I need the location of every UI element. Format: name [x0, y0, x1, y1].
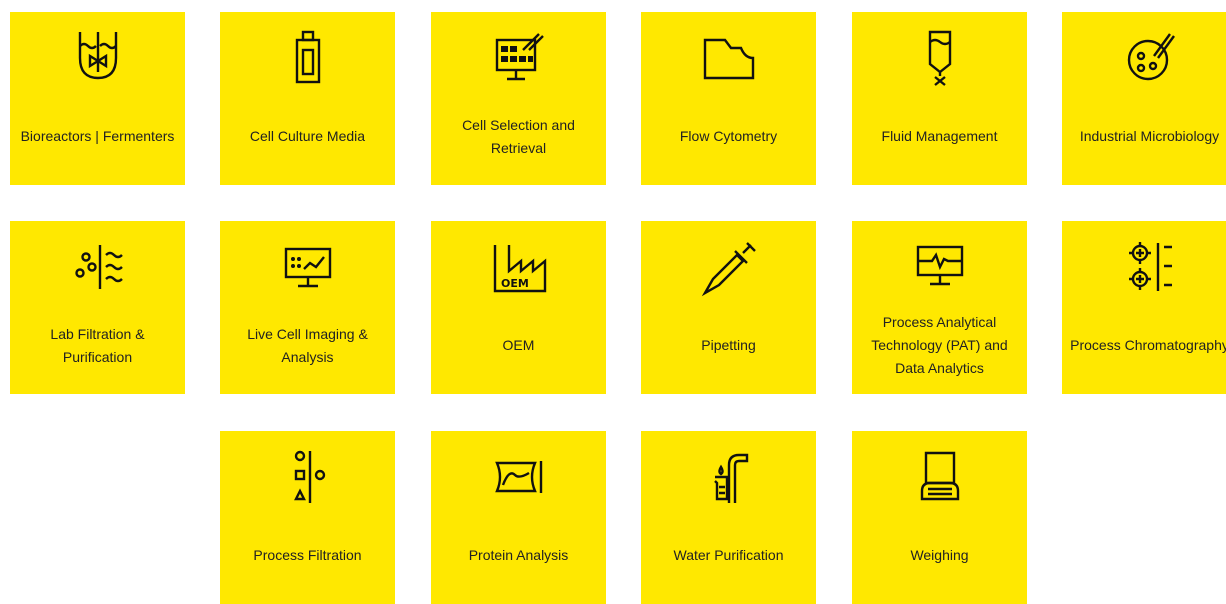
- tile-label: Lab Filtration & Purification: [50, 325, 145, 365]
- category-tile-lab-filtration[interactable]: Lab Filtration & Purification: [10, 221, 185, 394]
- tile-label: Weighing: [910, 547, 969, 563]
- bioreactor-icon: [10, 28, 185, 88]
- tile-label: Bioreactors | Fermenters: [20, 128, 175, 144]
- tile-label: Live Cell Imaging & Analysis: [247, 325, 368, 365]
- water-purification-icon: [641, 447, 816, 507]
- product-category-grid: Bioreactors | Fermenters Cell Culture Me…: [0, 0, 1226, 604]
- category-tile-cell-culture-media[interactable]: Cell Culture Media: [220, 12, 395, 185]
- weighing-scale-icon: [852, 447, 1027, 507]
- tile-label: Process Analytical Technology (PAT) and …: [871, 314, 1008, 376]
- category-tile-protein-analysis[interactable]: Protein Analysis: [431, 431, 606, 604]
- lab-filtration-icon: [10, 237, 185, 297]
- tile-label: Protein Analysis: [468, 547, 569, 563]
- category-tile-process-chromatography[interactable]: Process Chromatography: [1062, 221, 1226, 394]
- category-tile-industrial-microbiology[interactable]: Industrial Microbiology: [1062, 12, 1226, 185]
- pat-monitor-icon: [852, 237, 1027, 297]
- imaging-monitor-icon: [220, 237, 395, 297]
- oem-factory-icon: OEM: [431, 237, 606, 297]
- category-tile-weighing[interactable]: Weighing: [852, 431, 1027, 604]
- category-tile-pat[interactable]: Process Analytical Technology (PAT) and …: [852, 221, 1027, 394]
- flow-cytometry-icon: [641, 28, 816, 88]
- tile-label: Industrial Microbiology: [1079, 128, 1220, 144]
- oem-icon-text: OEM: [501, 277, 529, 290]
- tile-label: Flow Cytometry: [679, 128, 778, 144]
- cell-selection-monitor-icon: [431, 28, 606, 88]
- tile-label: Fluid Management: [881, 128, 998, 144]
- pipette-icon: [641, 237, 816, 297]
- media-bottle-icon: [220, 28, 395, 88]
- category-tile-pipetting[interactable]: Pipetting: [641, 221, 816, 394]
- tile-label: Pipetting: [701, 337, 756, 353]
- category-tile-bioreactors[interactable]: Bioreactors | Fermenters: [10, 12, 185, 185]
- protein-analysis-icon: [431, 447, 606, 507]
- tile-label: Cell Culture Media: [249, 128, 366, 144]
- category-tile-process-filtration[interactable]: Process Filtration: [220, 431, 395, 604]
- tile-label: OEM: [502, 337, 535, 353]
- tile-label: Cell Selection and Retrieval: [462, 116, 575, 156]
- category-tile-cell-selection[interactable]: Cell Selection and Retrieval: [431, 12, 606, 185]
- petri-dish-icon: [1062, 28, 1226, 88]
- tile-label: Water Purification: [673, 547, 784, 563]
- category-tile-fluid-management[interactable]: Fluid Management: [852, 12, 1027, 185]
- tile-label: Process Filtration: [253, 547, 362, 563]
- category-tile-flow-cytometry[interactable]: Flow Cytometry: [641, 12, 816, 185]
- tile-label: Process Chromatography: [1070, 337, 1226, 353]
- fluid-bag-icon: [852, 28, 1027, 88]
- process-filtration-icon: [220, 447, 395, 507]
- chromatography-icon: [1062, 237, 1226, 297]
- category-tile-water-purification[interactable]: Water Purification: [641, 431, 816, 604]
- category-tile-oem[interactable]: OEM OEM: [431, 221, 606, 394]
- category-tile-live-cell-imaging[interactable]: Live Cell Imaging & Analysis: [220, 221, 395, 394]
